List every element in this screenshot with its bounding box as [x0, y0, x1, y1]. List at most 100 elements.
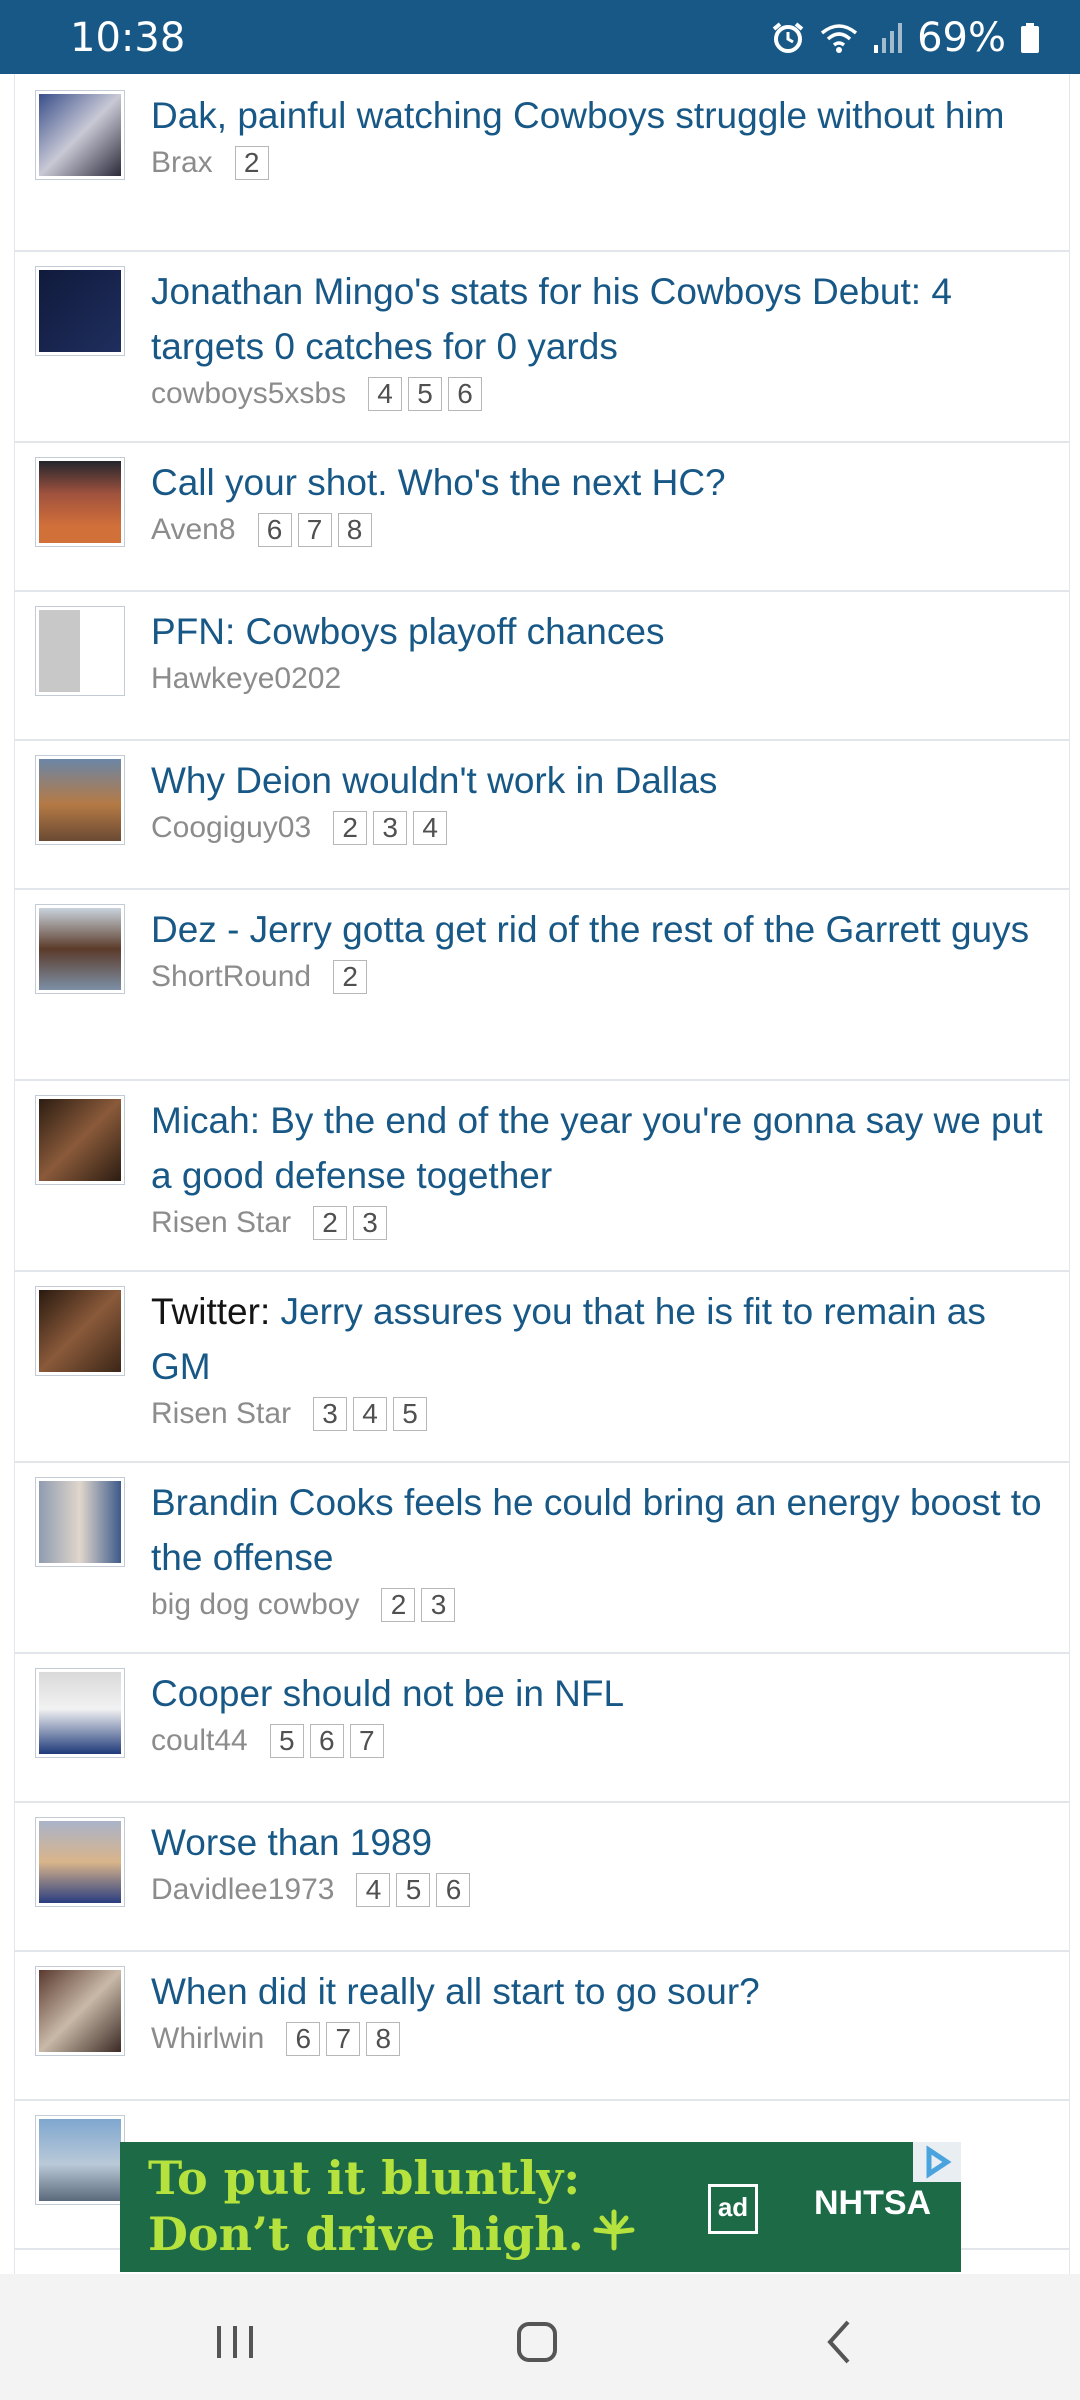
- thread-title[interactable]: Twitter: Jerry assures you that he is fi…: [151, 1284, 1051, 1394]
- page-link[interactable]: 3: [421, 1588, 456, 1622]
- page-link[interactable]: 2: [333, 960, 368, 994]
- thread-item[interactable]: Jonathan Mingo's stats for his Cowboys D…: [15, 250, 1069, 443]
- thread-item[interactable]: When did it really all start to go sour?…: [15, 1950, 1069, 2101]
- page-link[interactable]: 6: [448, 377, 483, 411]
- page-link[interactable]: 2: [234, 146, 269, 180]
- thread-title-text[interactable]: PFN: Cowboys playoff chances: [151, 611, 664, 652]
- thread-title[interactable]: PFN: Cowboys playoff chances: [151, 604, 1051, 659]
- page-link[interactable]: 8: [337, 513, 372, 547]
- thread-author[interactable]: cowboys5xsbs: [151, 377, 346, 411]
- page-link[interactable]: 3: [353, 1206, 388, 1240]
- thread-item[interactable]: Cooper should not be in NFL coult44 5 6 7: [15, 1652, 1069, 1803]
- thread-title[interactable]: Micah: By the end of the year you're gon…: [151, 1093, 1051, 1203]
- page-link[interactable]: 7: [326, 2022, 361, 2056]
- thread-item[interactable]: Micah: By the end of the year you're gon…: [15, 1079, 1069, 1272]
- status-icons: 69%: [771, 15, 1040, 61]
- page-link[interactable]: 4: [413, 811, 448, 845]
- thread-author[interactable]: ShortRound: [151, 960, 311, 994]
- thread-title[interactable]: Jonathan Mingo's stats for his Cowboys D…: [151, 264, 1051, 374]
- thread-author[interactable]: coult44: [151, 1724, 248, 1758]
- thread-title-text[interactable]: Worse than 1989: [151, 1822, 432, 1863]
- ad-line-2: Don’t drive high.: [148, 2207, 584, 2261]
- page-link[interactable]: 6: [436, 1873, 471, 1907]
- avatar[interactable]: [35, 904, 125, 994]
- page-link[interactable]: 6: [286, 2022, 321, 2056]
- home-icon[interactable]: [507, 2312, 567, 2372]
- avatar[interactable]: [35, 606, 125, 696]
- thread-item[interactable]: Twitter: Jerry assures you that he is fi…: [15, 1270, 1069, 1463]
- avatar[interactable]: [35, 1817, 125, 1907]
- avatar[interactable]: [35, 1477, 125, 1567]
- page-link[interactable]: 4: [353, 1397, 388, 1431]
- battery-percent: 69%: [917, 15, 1006, 61]
- thread-title-text[interactable]: Dak, painful watching Cowboys struggle w…: [151, 95, 1004, 136]
- avatar[interactable]: [35, 755, 125, 845]
- thread-author[interactable]: Aven8: [151, 513, 236, 547]
- thread-meta: Hawkeye0202: [151, 659, 1051, 699]
- avatar[interactable]: [35, 1095, 125, 1185]
- page-link[interactable]: 5: [269, 1724, 304, 1758]
- thread-title-text[interactable]: Brandin Cooks feels he could bring an en…: [151, 1482, 1042, 1578]
- avatar[interactable]: [35, 1668, 125, 1758]
- page-link[interactable]: 6: [309, 1724, 344, 1758]
- page-link[interactable]: 4: [368, 377, 403, 411]
- page-link[interactable]: 8: [366, 2022, 401, 2056]
- thread-title-text[interactable]: Call your shot. Who's the next HC?: [151, 462, 726, 503]
- page-link[interactable]: 2: [381, 1588, 416, 1622]
- thread-item[interactable]: Why Deion wouldn't work in Dallas Coogigu…: [15, 739, 1069, 890]
- avatar[interactable]: [35, 1286, 125, 1376]
- thread-author[interactable]: Hawkeye0202: [151, 662, 341, 696]
- thread-title[interactable]: Call your shot. Who's the next HC?: [151, 455, 1051, 510]
- avatar[interactable]: [35, 2115, 125, 2205]
- page-link[interactable]: 7: [297, 513, 332, 547]
- page-link[interactable]: 2: [313, 1206, 348, 1240]
- thread-title-text[interactable]: Jerry assures you that he is fit to rema…: [151, 1291, 986, 1387]
- thread-title-text[interactable]: Cooper should not be in NFL: [151, 1673, 624, 1714]
- thread-title[interactable]: Worse than 1989: [151, 1815, 1051, 1870]
- thread-author[interactable]: Davidlee1973: [151, 1873, 334, 1907]
- thread-item[interactable]: Call your shot. Who's the next HC? Aven8 6…: [15, 441, 1069, 592]
- thread-title-text[interactable]: Why Deion wouldn't work in Dallas: [151, 760, 717, 801]
- thread-title-text[interactable]: Micah: By the end of the year you're gon…: [151, 1100, 1043, 1196]
- page-link[interactable]: 7: [349, 1724, 384, 1758]
- thread-meta: Brax 2: [151, 143, 1051, 183]
- avatar[interactable]: [35, 1966, 125, 2056]
- thread-title[interactable]: Brandin Cooks feels he could bring an en…: [151, 1475, 1051, 1585]
- back-icon[interactable]: [810, 2312, 870, 2372]
- thread-title[interactable]: Dez - Jerry gotta get rid of the rest of…: [151, 902, 1051, 957]
- page-link[interactable]: 5: [393, 1397, 428, 1431]
- thread-title[interactable]: Cooper should not be in NFL: [151, 1666, 1051, 1721]
- thread-title[interactable]: When did it really all start to go sour?: [151, 1964, 1051, 2019]
- page-link[interactable]: 6: [257, 513, 292, 547]
- page-link[interactable]: 3: [313, 1397, 348, 1431]
- thread-author[interactable]: Coogiguy03: [151, 811, 311, 845]
- ad-banner[interactable]: To put it bluntly: Don’t drive high. ad …: [120, 2142, 961, 2272]
- thread-item[interactable]: Brandin Cooks feels he could bring an en…: [15, 1461, 1069, 1654]
- avatar[interactable]: [35, 90, 125, 180]
- thread-title-text[interactable]: When did it really all start to go sour?: [151, 1971, 760, 2012]
- thread-author[interactable]: Brax: [151, 146, 213, 180]
- thread-item[interactable]: Dak, painful watching Cowboys struggle w…: [15, 74, 1069, 252]
- thread-author[interactable]: Whirlwin: [151, 2022, 264, 2056]
- page-link[interactable]: 5: [396, 1873, 431, 1907]
- thread-title-text[interactable]: Dez - Jerry gotta get rid of the rest of…: [151, 909, 1029, 950]
- thread-item[interactable]: PFN: Cowboys playoff chances Hawkeye0202: [15, 590, 1069, 741]
- thread-item[interactable]: Worse than 1989 Davidlee1973 4 5 6: [15, 1801, 1069, 1952]
- thread-title[interactable]: Why Deion wouldn't work in Dallas: [151, 753, 1051, 808]
- thread-title-text[interactable]: Jonathan Mingo's stats for his Cowboys D…: [151, 271, 952, 367]
- adchoices-icon[interactable]: [913, 2142, 961, 2182]
- page-link[interactable]: 3: [373, 811, 408, 845]
- thread-meta: Aven8 6 7 8: [151, 510, 1051, 550]
- thread-author[interactable]: Risen Star: [151, 1206, 291, 1240]
- thread-author[interactable]: Risen Star: [151, 1397, 291, 1431]
- avatar[interactable]: [35, 457, 125, 547]
- thread-meta: ShortRound 2: [151, 957, 1051, 997]
- page-link[interactable]: 5: [408, 377, 443, 411]
- avatar[interactable]: [35, 266, 125, 356]
- thread-item[interactable]: Dez - Jerry gotta get rid of the rest of…: [15, 888, 1069, 1081]
- page-link[interactable]: 4: [356, 1873, 391, 1907]
- thread-author[interactable]: big dog cowboy: [151, 1588, 359, 1622]
- recent-apps-icon[interactable]: [205, 2312, 265, 2372]
- thread-title[interactable]: Dak, painful watching Cowboys struggle w…: [151, 88, 1051, 143]
- page-link[interactable]: 2: [333, 811, 368, 845]
